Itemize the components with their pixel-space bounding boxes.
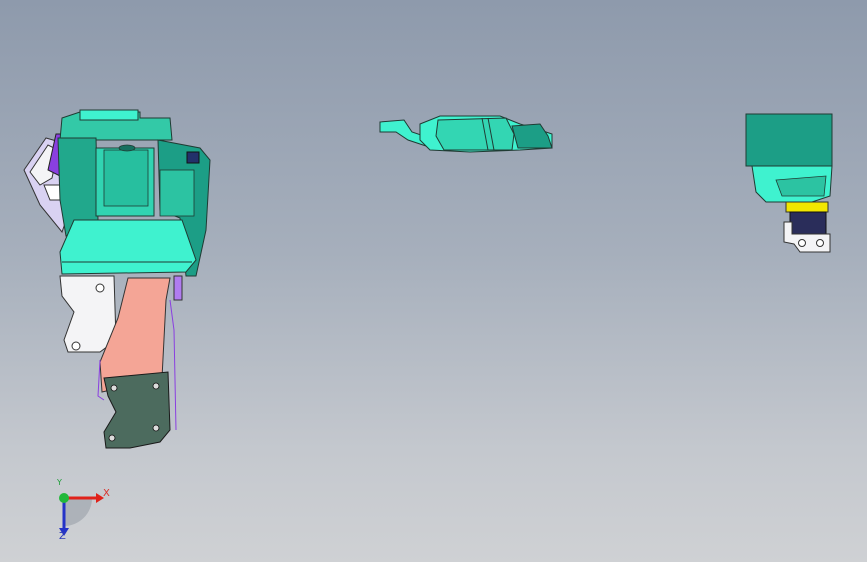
side-navy-block — [789, 211, 827, 235]
side-top-block — [745, 113, 833, 167]
side-bracket-hole-1 — [798, 239, 806, 247]
side-view-assembly[interactable] — [0, 0, 867, 562]
side-yellow-band — [785, 201, 829, 213]
triad-shading — [64, 498, 92, 526]
cad-viewport[interactable]: X Y Z — [0, 0, 867, 562]
y-axis-label: Y — [57, 478, 62, 487]
side-bracket-hole-2 — [816, 239, 824, 247]
triad-graphic — [59, 493, 104, 536]
z-axis-label: Z — [59, 531, 66, 542]
y-axis-dot — [59, 493, 69, 503]
orientation-triad: X Y Z — [44, 478, 124, 548]
side-inner-ramp — [775, 175, 827, 197]
x-axis-label: X — [103, 488, 110, 499]
